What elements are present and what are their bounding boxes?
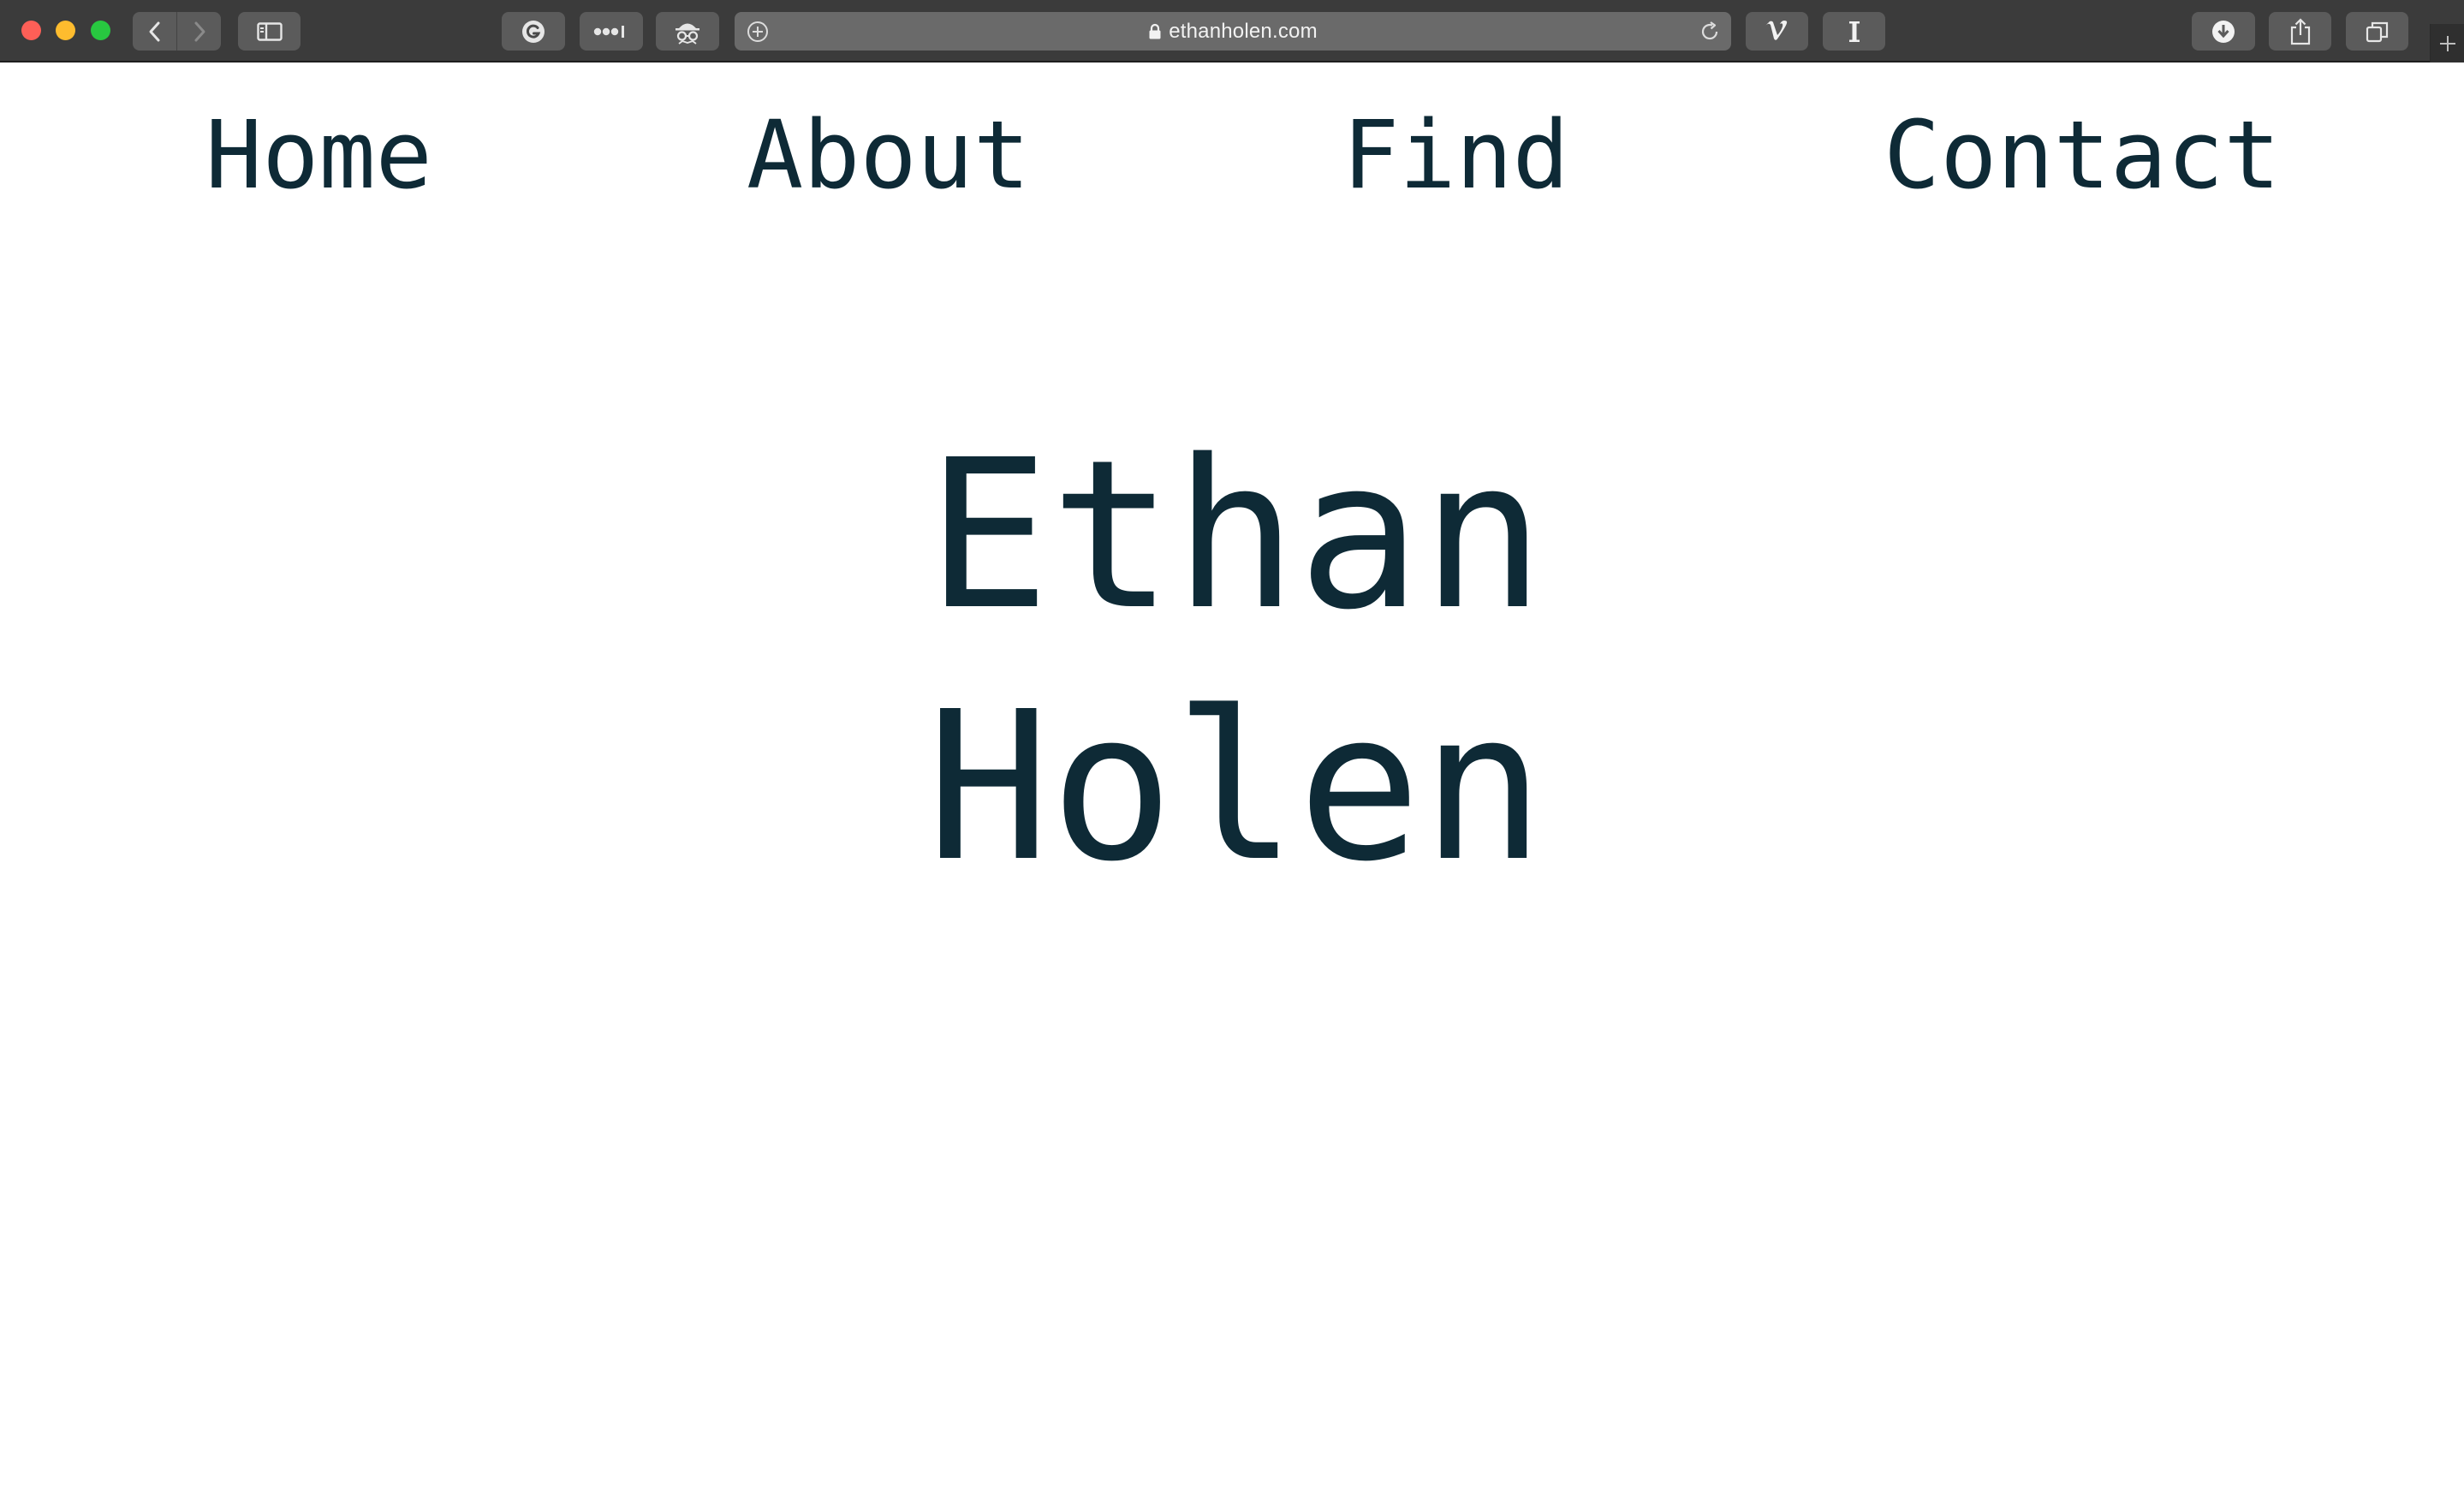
tab-overview-button[interactable] (2346, 12, 2408, 51)
address-bar[interactable]: ethanholen.com (735, 12, 1731, 51)
nav-link-contact[interactable]: Contact (1884, 99, 2281, 211)
zoom-window-button[interactable] (91, 21, 110, 40)
url-text[interactable]: ethanholen.com (1169, 20, 1318, 44)
share-icon (2290, 17, 2310, 45)
new-tab-button[interactable] (2430, 24, 2464, 62)
nav-link-home[interactable]: Home (205, 99, 432, 211)
sidebar-icon (256, 21, 283, 41)
tabs-overview-icon (2366, 21, 2388, 42)
grammarly-icon (522, 20, 545, 43)
close-window-button[interactable] (21, 21, 41, 40)
password-dots-icon (593, 25, 624, 38)
browser-toolbar: ethanholen.com (0, 0, 2464, 62)
incognito-icon (676, 23, 699, 45)
main-navigation: Home About Find Contact (0, 99, 2464, 211)
history-navigation (133, 12, 221, 51)
nav-link-about[interactable]: About (747, 99, 1030, 211)
forward-button[interactable] (177, 12, 221, 51)
forward-icon (194, 21, 205, 41)
hero-last-name: Holen (926, 667, 1545, 907)
back-button[interactable] (133, 12, 176, 51)
back-icon (149, 21, 159, 41)
instapaper-icon (1848, 21, 1860, 42)
reload-icon[interactable] (1699, 21, 1721, 43)
nav-link-find[interactable]: Find (1342, 99, 1569, 211)
vimeo-icon (1765, 20, 1787, 40)
password-manager-button[interactable] (580, 12, 643, 51)
minimize-window-button[interactable] (56, 21, 75, 40)
hero-first-name: Ethan (926, 415, 1545, 655)
download-icon (2212, 20, 2235, 43)
instapaper-extension-button[interactable] (1823, 12, 1885, 51)
share-button[interactable] (2269, 12, 2331, 51)
lock-icon (1149, 23, 1161, 39)
sidebar-button[interactable] (238, 12, 301, 51)
grammarly-extension-button[interactable] (502, 12, 565, 51)
downloads-button[interactable] (2192, 12, 2255, 51)
new-tab-icon (2440, 35, 2455, 51)
privacy-extension-button[interactable] (656, 12, 719, 51)
vimeo-extension-button[interactable] (1746, 12, 1808, 51)
hero-name: Ethan Holen (926, 409, 1577, 913)
